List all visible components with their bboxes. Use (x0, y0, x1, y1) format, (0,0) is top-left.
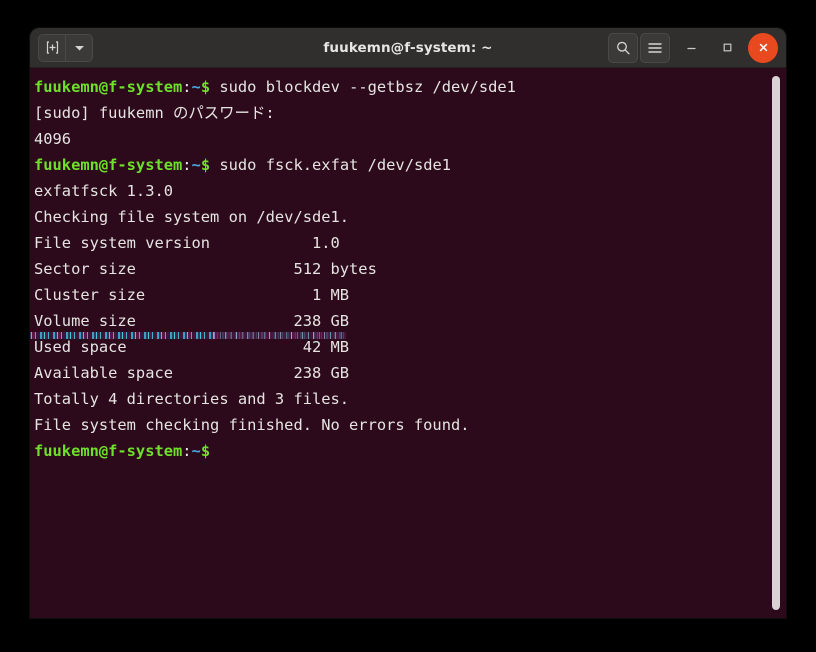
search-button[interactable] (608, 32, 638, 63)
terminal-output-line: Volume size 238 GB (34, 308, 786, 334)
terminal-output-line: Used space 42 MB (34, 334, 786, 360)
prompt-separator: : (182, 442, 192, 460)
terminal-output-line: [sudo] fuukemn のパスワード: (34, 100, 786, 126)
titlebar-right-controls (608, 32, 778, 63)
terminal-body[interactable]: fuukemn@f-system:~$ sudo blockdev --getb… (30, 68, 786, 618)
terminal-output-text: Used space 42 MB (34, 338, 350, 356)
terminal-text-area[interactable]: fuukemn@f-system:~$ sudo blockdev --getb… (30, 68, 786, 464)
terminal-output-text: File system version 1.0 (34, 234, 340, 252)
terminal-scrollbar[interactable] (772, 76, 780, 610)
terminal-output-text: exfatfsck 1.3.0 (34, 182, 173, 200)
terminal-output-text: File system checking finished. No errors… (34, 416, 470, 434)
search-icon (617, 41, 630, 54)
main-menu-button[interactable] (640, 32, 670, 63)
terminal-output-line: Sector size 512 bytes (34, 256, 786, 282)
maximize-button[interactable] (712, 33, 742, 63)
hamburger-menu-icon (648, 42, 662, 53)
terminal-output-text: Cluster size 1 MB (34, 286, 350, 304)
prompt-path: ~ (191, 78, 201, 96)
prompt-separator: : (182, 156, 192, 174)
terminal-output-line: File system version 1.0 (34, 230, 786, 256)
maximize-icon (723, 43, 731, 52)
terminal-output-line: Cluster size 1 MB (34, 282, 786, 308)
prompt-path: ~ (191, 156, 201, 174)
terminal-output-line: File system checking finished. No errors… (34, 412, 786, 438)
terminal-output-line: exfatfsck 1.3.0 (34, 178, 786, 204)
terminal-output-text: 4096 (34, 130, 72, 148)
prompt-dollar: $ (200, 78, 211, 96)
tab-controls-group (38, 33, 93, 62)
prompt-dollar: $ (200, 156, 211, 174)
terminal-output-text: Volume size 238 GB (34, 312, 350, 330)
minimize-button[interactable] (676, 33, 706, 63)
terminal-output-line: Totally 4 directories and 3 files. (34, 386, 786, 412)
terminal-output-text: Totally 4 directories and 3 files. (34, 390, 350, 408)
terminal-prompt-line: fuukemn@f-system:~$ sudo fsck.exfat /dev… (34, 152, 786, 178)
terminal-window: fuukemn@f-system: ~ fuukemn@f-system:~$ … (30, 28, 786, 618)
terminal-output-text: [sudo] fuukemn のパスワード: (34, 104, 275, 122)
terminal-output-line: 4096 (34, 126, 786, 152)
prompt-user-host: fuukemn@f-system (34, 442, 183, 460)
terminal-output-text: Available space 238 GB (34, 364, 350, 382)
terminal-output-text: Checking file system on /dev/sde1. (34, 208, 350, 226)
new-tab-icon (46, 41, 58, 54)
chevron-down-icon (74, 45, 84, 50)
terminal-command: sudo fsck.exfat /dev/sde1 (210, 156, 452, 174)
prompt-dollar: $ (200, 442, 211, 460)
terminal-command: sudo blockdev --getbsz /dev/sde1 (210, 78, 516, 96)
title-bar[interactable]: fuukemn@f-system: ~ (30, 28, 786, 68)
titlebar-left-controls (38, 33, 93, 62)
terminal-output-text: Sector size 512 bytes (34, 260, 377, 278)
new-tab-button[interactable] (39, 35, 65, 61)
prompt-user-host: fuukemn@f-system (34, 78, 183, 96)
tab-menu-button[interactable] (65, 34, 92, 61)
terminal-output-line: Checking file system on /dev/sde1. (34, 204, 786, 230)
terminal-prompt-line: fuukemn@f-system:~$ sudo blockdev --getb… (34, 74, 786, 100)
scrollbar-thumb[interactable] (772, 76, 780, 610)
terminal-prompt-line: fuukemn@f-system:~$ (34, 438, 786, 464)
prompt-user-host: fuukemn@f-system (34, 156, 183, 174)
close-button[interactable] (748, 32, 778, 63)
close-icon (759, 43, 767, 52)
terminal-output-line: Available space 238 GB (34, 360, 786, 386)
prompt-path: ~ (191, 442, 201, 460)
prompt-separator: : (182, 78, 192, 96)
minimize-icon (686, 47, 696, 50)
